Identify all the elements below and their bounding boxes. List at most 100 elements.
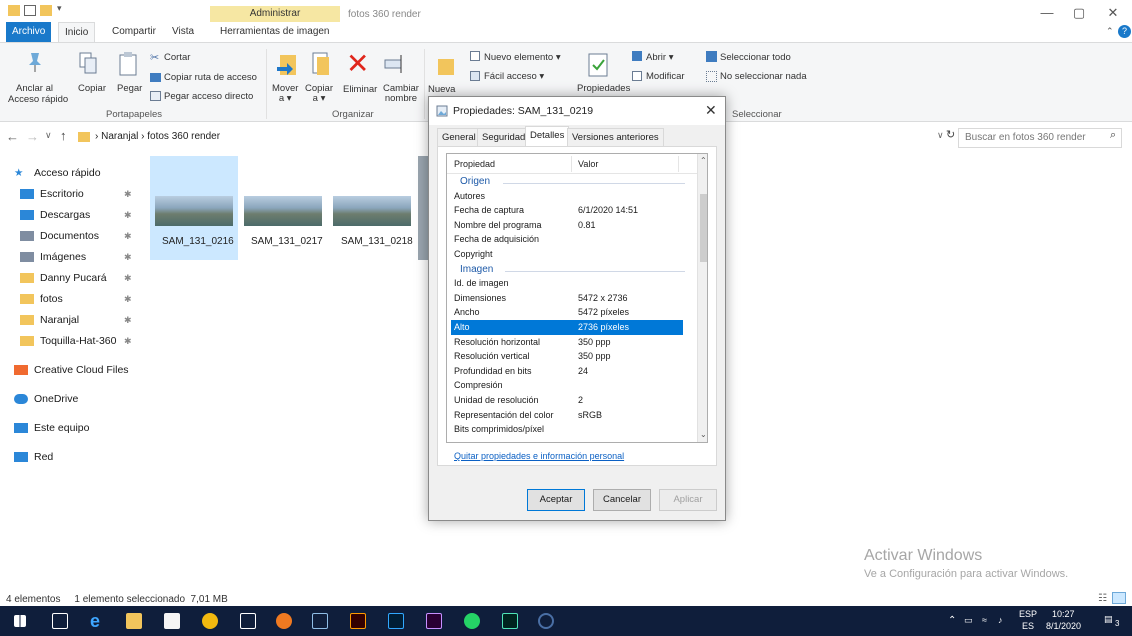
file-name[interactable]: SAM_131_0217 [251, 236, 323, 247]
minimize-button[interactable]: — [1032, 4, 1062, 22]
scroll-thumb[interactable] [700, 194, 707, 262]
whatsapp-icon[interactable] [464, 613, 480, 629]
remove-properties-link[interactable]: Quitar propiedades e información persona… [454, 451, 624, 461]
property-row[interactable]: Autores [447, 189, 697, 204]
property-row[interactable]: Id. de imagen [447, 276, 697, 291]
new-folder-icon[interactable] [40, 5, 52, 16]
property-row[interactable]: Fecha de captura 6/1/2020 14:51 [447, 203, 697, 218]
firefox-icon[interactable] [276, 613, 292, 629]
notification-icon[interactable]: ▤ [1104, 614, 1113, 625]
back-icon[interactable]: ← [6, 129, 19, 144]
tab-compartir[interactable]: Compartir [106, 22, 162, 42]
task-view-icon[interactable] [52, 613, 68, 629]
close-button[interactable]: ✕ [1098, 4, 1128, 22]
tray-overflow-icon[interactable]: ⌃ [948, 615, 956, 626]
property-row[interactable]: Copyright [447, 247, 697, 262]
column-divider[interactable] [571, 156, 572, 172]
dialog-close-button[interactable]: ✕ [705, 102, 717, 119]
abrir-button[interactable]: Abrir ▾ [646, 52, 673, 63]
file-thumbnail[interactable] [333, 196, 411, 226]
forward-icon[interactable]: → [26, 129, 39, 144]
wifi-tray-icon[interactable]: ≈ [982, 615, 987, 625]
facil-acceso-button[interactable]: Fácil acceso ▾ [484, 71, 544, 82]
refresh-icon[interactable]: ↻ [946, 128, 955, 141]
search-cortana-icon[interactable] [538, 613, 554, 629]
mail-icon[interactable] [240, 613, 256, 629]
folder-icon[interactable] [8, 5, 20, 16]
property-row[interactable]: Profundidad en bits 24 [447, 364, 697, 379]
anclar-button[interactable]: Anclar al Acceso rápido [8, 83, 68, 105]
property-row[interactable]: Unidad de resolución 2 [447, 393, 697, 408]
search-input[interactable]: Buscar en fotos 360 render [958, 128, 1122, 148]
pin-icon[interactable]: ✱ [124, 206, 132, 224]
file-name[interactable]: SAM_131_0218 [341, 236, 413, 247]
volume-tray-icon[interactable]: ♪ [998, 615, 1003, 625]
recent-locations-icon[interactable]: ∨ [45, 130, 52, 141]
file-thumbnail[interactable] [155, 196, 233, 226]
qat-dropdown-icon[interactable]: ▾ [57, 3, 62, 14]
cortar-button[interactable]: Cortar [164, 52, 190, 63]
illustrator-icon[interactable] [350, 613, 366, 629]
scroll-down-icon[interactable]: ⌄ [700, 430, 707, 439]
pin-icon[interactable]: ✱ [124, 269, 132, 287]
chrome-icon[interactable] [202, 613, 218, 629]
file-name[interactable]: SAM_131_0216 [162, 236, 234, 247]
property-row[interactable]: Representación del color sRGB [447, 408, 697, 423]
property-scrollbar[interactable]: ⌃ ⌄ [697, 154, 707, 442]
cambiar-nombre-button[interactable]: Cambiar nombre [383, 84, 419, 104]
pin-icon[interactable]: ✱ [124, 290, 132, 308]
store-icon[interactable] [164, 613, 180, 629]
ok-button[interactable]: Aceptar [527, 489, 585, 511]
file-thumbnail[interactable] [244, 196, 322, 226]
breadcrumb[interactable]: › Naranjal › fotos 360 render [95, 131, 220, 142]
help-icon[interactable]: ? [1118, 25, 1131, 38]
audition-icon[interactable] [502, 613, 518, 629]
clock-time[interactable]: 10:27 [1052, 609, 1075, 619]
pin-icon[interactable]: ✱ [124, 248, 132, 266]
pin-icon[interactable]: ✱ [124, 185, 132, 203]
column-propiedad[interactable]: Propiedad [454, 159, 495, 169]
property-row[interactable]: Nombre del programa 0.81 [447, 218, 697, 233]
premiere-icon[interactable] [426, 613, 442, 629]
column-valor[interactable]: Valor [578, 159, 598, 169]
tab-seguridad[interactable]: Seguridad [477, 128, 531, 146]
tab-general[interactable]: General [437, 128, 481, 146]
pin-icon[interactable]: ✱ [124, 311, 132, 329]
windows-start-icon[interactable] [14, 615, 26, 627]
file-explorer-icon[interactable] [126, 613, 142, 629]
copiar-ruta-button[interactable]: Copiar ruta de acceso [164, 72, 257, 83]
property-row[interactable]: Dimensiones 5472 x 2736 [447, 291, 697, 306]
property-list[interactable]: Propiedad Valor Origen Autores Fecha de ca… [446, 153, 708, 443]
apply-button[interactable]: Aplicar [659, 489, 717, 511]
language-indicator[interactable]: ESP [1019, 609, 1037, 619]
property-row[interactable]: Fecha de adquisición [447, 232, 697, 247]
tab-inicio[interactable]: Inicio [58, 22, 96, 42]
tab-herramientas-imagen[interactable]: Herramientas de imagen [214, 22, 336, 42]
edge-icon[interactable]: e [90, 612, 106, 630]
tab-archivo[interactable]: Archivo [6, 22, 52, 42]
mover-button[interactable]: Mover a ▾ [272, 84, 298, 104]
property-row[interactable]: Bits comprimidos/píxel [447, 422, 697, 437]
pegar-button[interactable]: Pegar [117, 83, 142, 94]
property-row[interactable]: Alto 2736 píxeles [451, 320, 683, 335]
property-row[interactable]: Compresión [447, 378, 697, 393]
tab-vista[interactable]: Vista [166, 22, 200, 42]
modificar-button[interactable]: Modificar [646, 71, 685, 82]
pin-icon[interactable]: ✱ [124, 332, 132, 350]
propiedades-button[interactable]: Propiedades [577, 83, 630, 94]
property-row[interactable]: Ancho 5472 píxeles [447, 305, 697, 320]
network-tray-icon[interactable]: ▭ [964, 615, 973, 626]
lightroom-icon[interactable] [312, 613, 328, 629]
pegar-acceso-button[interactable]: Pegar acceso directo [164, 91, 253, 102]
copiar-a-button[interactable]: Copiar a ▾ [305, 84, 333, 104]
photoshop-icon[interactable] [388, 613, 404, 629]
clock-date[interactable]: 8/1/2020 [1046, 621, 1081, 631]
maximize-button[interactable]: ▢ [1064, 4, 1094, 22]
nueva-carpeta-button[interactable]: Nueva [428, 84, 455, 95]
address-dropdown-icon[interactable]: ∨ [937, 130, 944, 141]
scroll-up-icon[interactable]: ⌃ [700, 156, 707, 165]
property-row[interactable]: Resolución horizontal 350 ppp [447, 335, 697, 350]
copiar-button[interactable]: Copiar [78, 83, 106, 94]
large-icons-view-icon[interactable] [1112, 592, 1126, 604]
up-icon[interactable]: ↑ [60, 128, 67, 143]
